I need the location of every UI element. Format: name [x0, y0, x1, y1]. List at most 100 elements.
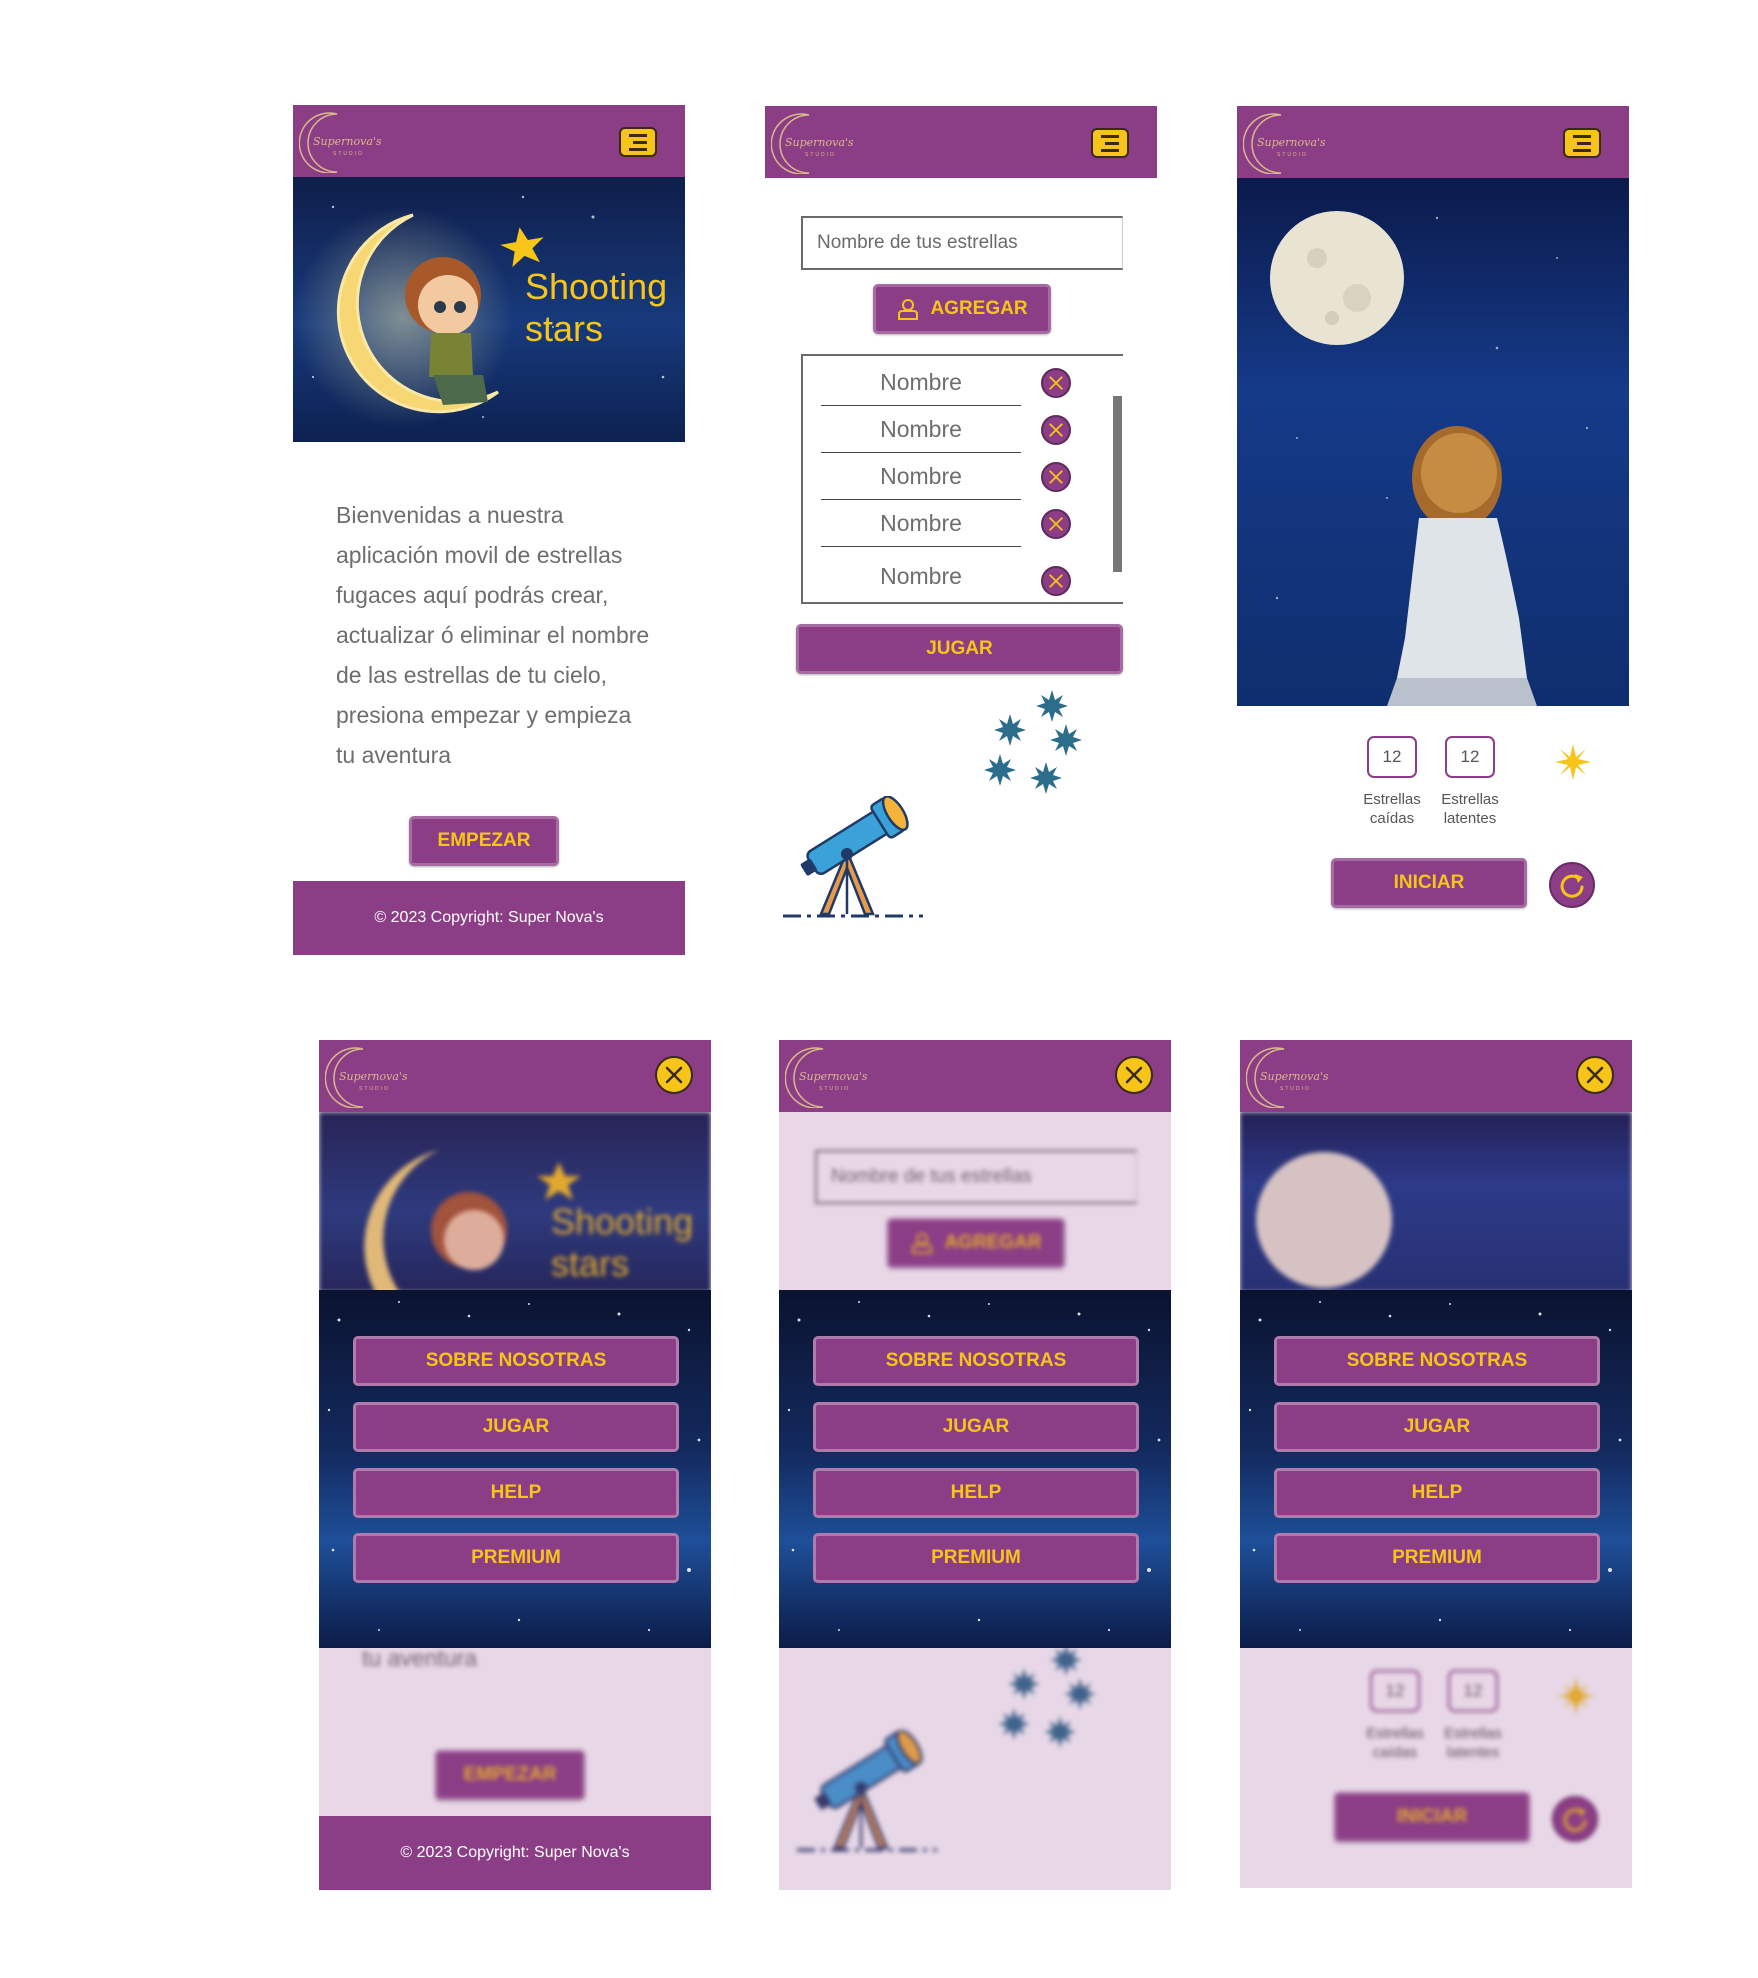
- start-game-button[interactable]: INICIAR: [1331, 858, 1527, 908]
- delete-button[interactable]: [1041, 566, 1071, 596]
- add-button: AGREGAR: [887, 1218, 1065, 1268]
- stars-cluster-icon: [984, 690, 1082, 794]
- screen-home-menu: Shooting stars Bienvenidas a nuestra apl…: [319, 1040, 711, 1890]
- menu-item-play[interactable]: JUGAR: [1274, 1402, 1600, 1452]
- app-header: Supernova's STUDIO: [319, 1040, 711, 1112]
- fallen-label-line1: Estrellas: [1363, 791, 1421, 808]
- logo-subtext: STUDIO: [819, 1086, 850, 1092]
- menu-button[interactable]: [1091, 128, 1129, 158]
- delete-button[interactable]: [1041, 368, 1071, 398]
- latent-stars-label: Estrellas latentes: [1430, 790, 1510, 828]
- hero-title-line2: stars: [551, 1243, 629, 1284]
- close-icon: [1586, 1066, 1604, 1084]
- nav-menu: SOBRE NOSOTRAS JUGAR HELP PREMIUM: [779, 1290, 1171, 1648]
- menu-button[interactable]: [1563, 128, 1601, 158]
- menu-item-help[interactable]: HELP: [1274, 1468, 1600, 1518]
- menu-item-premium[interactable]: PREMIUM: [813, 1533, 1139, 1583]
- menu-item-premium[interactable]: PREMIUM: [1274, 1533, 1600, 1583]
- delete-button[interactable]: [1041, 415, 1071, 445]
- logo-text: Supernova's: [785, 136, 854, 149]
- hamburger-icon: [629, 133, 647, 151]
- brand-logo[interactable]: Supernova's STUDIO: [298, 111, 382, 174]
- start-button: EMPEZAR: [435, 1750, 585, 1800]
- star-name-input[interactable]: Nombre de tus estrellas: [801, 216, 1123, 270]
- start-button[interactable]: EMPEZAR: [409, 816, 559, 866]
- welcome-text-fragment: Bienvenidas a nuestra aplicación movil d…: [362, 1650, 682, 1710]
- list-scrollbar[interactable]: [1113, 396, 1122, 572]
- close-menu-button[interactable]: [655, 1056, 693, 1094]
- list-item: Nombre: [821, 454, 1021, 500]
- hero-title-line1: Shooting: [525, 266, 667, 307]
- latent-label-line1: Estrellas: [1444, 1725, 1502, 1742]
- hamburger-icon: [1573, 134, 1591, 152]
- star-name-input: Nombre de tus estrellas: [815, 1150, 1137, 1204]
- logo-text: Supernova's: [339, 1070, 408, 1083]
- logo-subtext: STUDIO: [805, 152, 836, 158]
- menu-item-play[interactable]: JUGAR: [813, 1402, 1139, 1452]
- list-item: Nombre: [821, 501, 1021, 547]
- hamburger-icon: [1101, 134, 1119, 152]
- app-header: Supernova's STUDIO: [293, 105, 685, 177]
- close-icon: [665, 1066, 683, 1084]
- add-button[interactable]: AGREGAR: [873, 284, 1051, 334]
- latent-label-line1: Estrellas: [1441, 791, 1499, 808]
- app-header: Supernova's STUDIO: [765, 106, 1157, 178]
- menu-item-play[interactable]: JUGAR: [353, 1402, 679, 1452]
- names-list-box: Nombre Nombre Nombre Nombre Nombre: [801, 354, 1123, 604]
- stars-cluster-icon: [998, 1644, 1096, 1748]
- add-button-label: AGREGAR: [930, 298, 1028, 319]
- delete-button[interactable]: [1041, 462, 1071, 492]
- hero-image: Shooting stars: [293, 177, 685, 442]
- restart-button[interactable]: [1549, 862, 1595, 908]
- list-item: Nombre: [821, 360, 1021, 406]
- refresh-icon: [1563, 1808, 1587, 1832]
- menu-item-about[interactable]: SOBRE NOSOTRAS: [813, 1336, 1139, 1386]
- logo-text: Supernova's: [1260, 1070, 1329, 1083]
- logo-subtext: STUDIO: [359, 1086, 390, 1092]
- menu-item-help[interactable]: HELP: [813, 1468, 1139, 1518]
- close-menu-button[interactable]: [1576, 1056, 1614, 1094]
- screen-game-menu: 12 Estrellas caídas 12 Estrellas latente…: [1240, 1040, 1632, 1888]
- app-header: Supernova's STUDIO: [1240, 1040, 1632, 1112]
- logo-text: Supernova's: [313, 135, 382, 148]
- list-item: Nombre: [880, 562, 962, 589]
- logo-subtext: STUDIO: [1280, 1086, 1311, 1092]
- logo-subtext: STUDIO: [1277, 152, 1308, 158]
- night-sky-image: [1237, 178, 1629, 706]
- delete-button[interactable]: [1041, 509, 1071, 539]
- fallen-stars-label: Estrellas caídas: [1352, 790, 1432, 828]
- play-button[interactable]: JUGAR: [796, 624, 1123, 674]
- brand-logo[interactable]: Supernova's STUDIO: [1242, 112, 1326, 175]
- close-menu-button[interactable]: [1115, 1056, 1153, 1094]
- refresh-icon: [1560, 874, 1584, 898]
- logo-text: Supernova's: [1257, 136, 1326, 149]
- fallen-stars-counter: 12: [1370, 1670, 1420, 1712]
- list-item: Nombre: [821, 407, 1021, 453]
- menu-item-premium[interactable]: PREMIUM: [353, 1533, 679, 1583]
- nav-menu: SOBRE NOSOTRAS JUGAR HELP PREMIUM: [319, 1290, 711, 1648]
- add-button-label: AGREGAR: [944, 1232, 1042, 1253]
- latent-stars-counter: 12: [1445, 736, 1495, 778]
- brand-logo[interactable]: Supernova's STUDIO: [784, 1046, 868, 1109]
- brand-logo[interactable]: Supernova's STUDIO: [324, 1046, 408, 1109]
- restart-button: [1552, 1796, 1598, 1842]
- menu-item-help[interactable]: HELP: [353, 1468, 679, 1518]
- brand-logo[interactable]: Supernova's STUDIO: [770, 112, 854, 175]
- logo-subtext: STUDIO: [333, 151, 364, 157]
- menu-button[interactable]: [619, 127, 657, 157]
- app-header: Supernova's STUDIO: [1237, 106, 1629, 178]
- fallen-stars-label: Estrellas caídas: [1355, 1724, 1435, 1762]
- fallen-label-line2: caídas: [1372, 1744, 1418, 1761]
- app-header: Supernova's STUDIO: [779, 1040, 1171, 1112]
- screen-names: Supernova's STUDIO Nombre de tus estrell…: [765, 106, 1157, 946]
- menu-item-about[interactable]: SOBRE NOSOTRAS: [353, 1336, 679, 1386]
- user-icon: [912, 1233, 933, 1254]
- menu-item-about[interactable]: SOBRE NOSOTRAS: [1274, 1336, 1600, 1386]
- logo-text: Supernova's: [799, 1070, 868, 1083]
- brand-logo[interactable]: Supernova's STUDIO: [1245, 1046, 1329, 1109]
- screen-home: Supernova's STUDIO Shooting stars Bienve…: [293, 105, 685, 955]
- fallen-label-line2: caídas: [1369, 810, 1415, 827]
- close-icon: [1049, 517, 1063, 531]
- latent-label-line2: latentes: [1443, 810, 1497, 827]
- screen-names-menu: Nombre de tus estrellas AGREGAR Supernov…: [779, 1040, 1171, 1890]
